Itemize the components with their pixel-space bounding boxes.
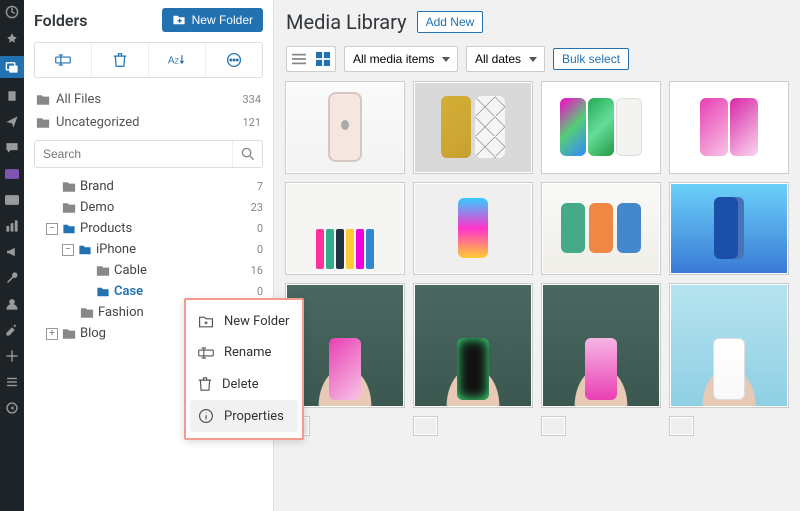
media-thumb[interactable] — [414, 82, 532, 173]
grid-view-icon[interactable] — [311, 47, 335, 71]
rail-card-icon[interactable] — [4, 192, 20, 208]
rail-settings-icon[interactable] — [4, 348, 20, 364]
folder-products[interactable]: −Products 0 — [34, 218, 263, 239]
rail-menus-icon[interactable] — [4, 374, 20, 390]
media-thumb[interactable] — [286, 82, 404, 173]
uncategorized-row[interactable]: Uncategorized 121 — [34, 111, 263, 134]
all-files-label: All Files — [56, 92, 101, 107]
list-view-icon[interactable] — [287, 47, 311, 71]
rail-send-icon[interactable] — [4, 114, 20, 130]
ctx-properties[interactable]: Properties — [190, 400, 298, 432]
rail-megaphone-icon[interactable] — [4, 244, 20, 260]
media-type-filter[interactable]: All media items — [344, 46, 458, 72]
media-thumb[interactable] — [542, 82, 660, 173]
folder-brand[interactable]: Brand 7 — [34, 176, 263, 197]
collapse-icon[interactable]: − — [46, 223, 58, 235]
rail-analytics-icon[interactable] — [4, 218, 20, 234]
ctx-delete[interactable]: Delete — [190, 368, 298, 400]
rename-tool-icon[interactable] — [35, 43, 92, 77]
media-thumb[interactable] — [286, 183, 404, 274]
folder-demo[interactable]: Demo 23 — [34, 197, 263, 218]
media-thumb[interactable] — [670, 417, 693, 435]
expand-icon[interactable]: + — [46, 328, 58, 340]
media-library: Media Library Add New All media items Al… — [274, 0, 800, 511]
collapse-icon[interactable]: − — [62, 244, 74, 256]
folders-title: Folders — [34, 11, 87, 30]
ctx-rename[interactable]: Rename — [190, 337, 298, 368]
rail-pages-icon[interactable] — [4, 88, 20, 104]
folder-cable[interactable]: Cable 16 — [34, 260, 263, 281]
sort-tool-icon[interactable]: AZ — [149, 43, 206, 77]
media-thumb[interactable] — [414, 417, 437, 435]
add-new-button[interactable]: Add New — [417, 11, 484, 33]
folder-search — [34, 140, 263, 168]
media-thumb[interactable] — [670, 183, 788, 274]
rail-media-icon[interactable] — [0, 56, 24, 78]
rail-woo-icon[interactable] — [4, 166, 20, 182]
rail-wrench-icon[interactable] — [4, 270, 20, 286]
date-filter[interactable]: All dates — [466, 46, 545, 72]
folder-context-menu: New Folder Rename Delete Properties — [184, 298, 304, 440]
folder-iphone[interactable]: −iPhone 0 — [34, 239, 263, 260]
uncategorized-label: Uncategorized — [56, 115, 139, 130]
media-thumb[interactable] — [670, 284, 788, 408]
rail-comments-icon[interactable] — [4, 140, 20, 156]
media-thumb[interactable] — [414, 284, 532, 408]
media-thumb[interactable] — [414, 183, 532, 274]
folders-panel: Folders New Folder AZ All Files 334 Unca… — [24, 0, 274, 511]
more-tool-icon[interactable] — [206, 43, 262, 77]
rail-users-icon[interactable] — [4, 296, 20, 312]
wp-admin-rail — [0, 0, 24, 511]
delete-tool-icon[interactable] — [92, 43, 149, 77]
media-grid — [286, 82, 788, 435]
ctx-new-folder[interactable]: New Folder — [190, 306, 298, 337]
folder-toolbar: AZ — [34, 42, 263, 78]
media-thumb[interactable] — [542, 183, 660, 274]
folder-search-input[interactable] — [35, 141, 232, 167]
rail-dashboard-icon[interactable] — [4, 4, 20, 20]
all-files-count: 334 — [242, 93, 261, 106]
svg-text:Z: Z — [175, 56, 180, 65]
view-toggle — [286, 46, 336, 72]
new-folder-button-label: New Folder — [192, 13, 253, 27]
rail-tools-icon[interactable] — [4, 322, 20, 338]
media-thumb[interactable] — [670, 82, 788, 173]
rail-pin-icon[interactable] — [4, 30, 20, 46]
page-title: Media Library — [286, 10, 407, 34]
media-thumb[interactable] — [542, 417, 565, 435]
bulk-select-button[interactable]: Bulk select — [553, 48, 629, 70]
all-files-row[interactable]: All Files 334 — [34, 88, 263, 111]
search-icon[interactable] — [232, 141, 262, 167]
rail-collapse-icon[interactable] — [4, 400, 20, 416]
media-thumb[interactable] — [542, 284, 660, 408]
uncategorized-count: 121 — [242, 116, 261, 129]
new-folder-button[interactable]: New Folder — [162, 8, 263, 32]
